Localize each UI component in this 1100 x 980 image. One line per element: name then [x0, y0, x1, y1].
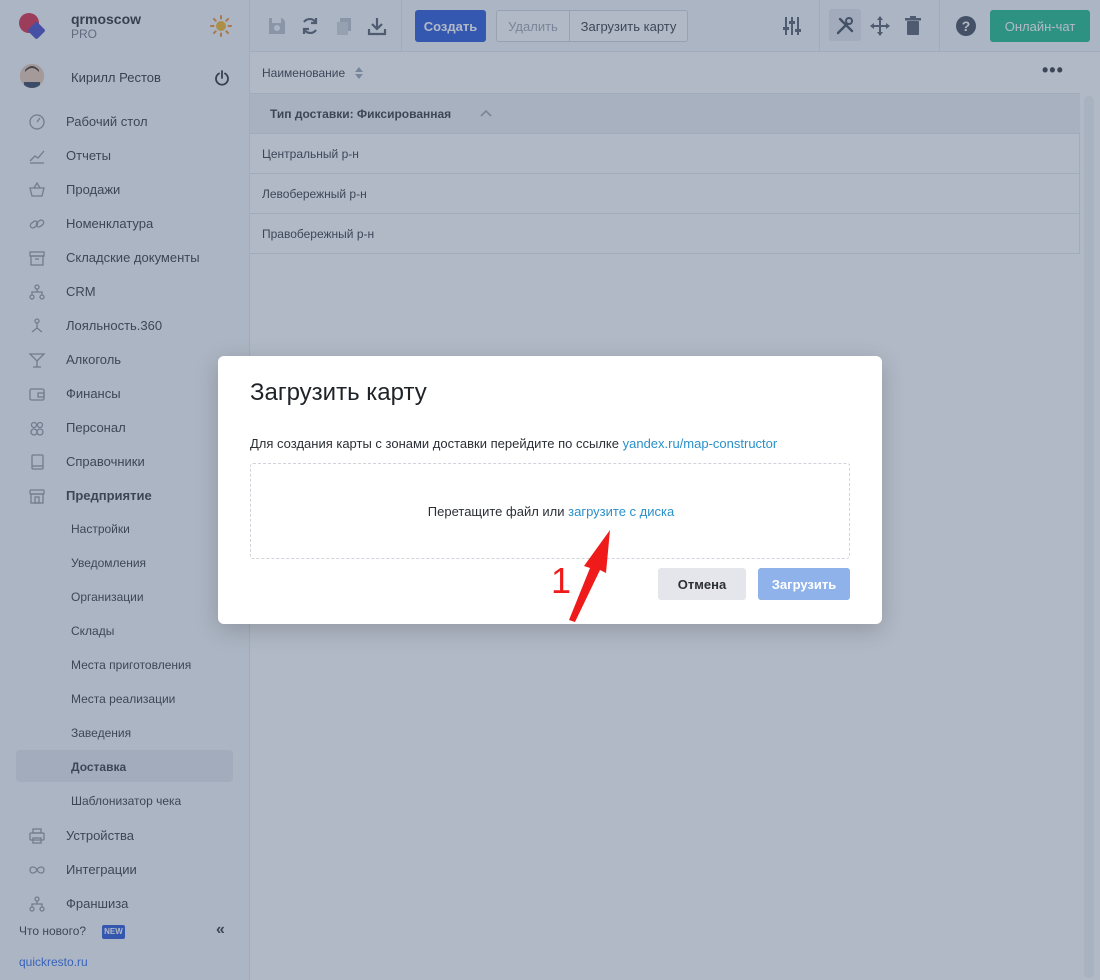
- dropzone-hint: Перетащите файл или: [427, 504, 565, 519]
- map-constructor-link[interactable]: yandex.ru/map-constructor: [623, 436, 778, 451]
- dropzone-text: Перетащите файл или загрузите с диска: [251, 504, 851, 519]
- dialog-title: Загрузить карту: [250, 379, 427, 406]
- cancel-button[interactable]: Отмена: [658, 568, 746, 600]
- upload-button[interactable]: Загрузить: [758, 568, 850, 600]
- file-dropzone[interactable]: Перетащите файл или загрузите с диска: [250, 463, 850, 559]
- annotation-arrow-icon: [569, 530, 610, 622]
- dialog-description-text: Для создания карты с зонами доставки пер…: [250, 436, 619, 451]
- dialog-description: Для создания карты с зонами доставки пер…: [250, 436, 777, 451]
- upload-map-dialog: Загрузить карту Для создания карты с зон…: [218, 356, 882, 624]
